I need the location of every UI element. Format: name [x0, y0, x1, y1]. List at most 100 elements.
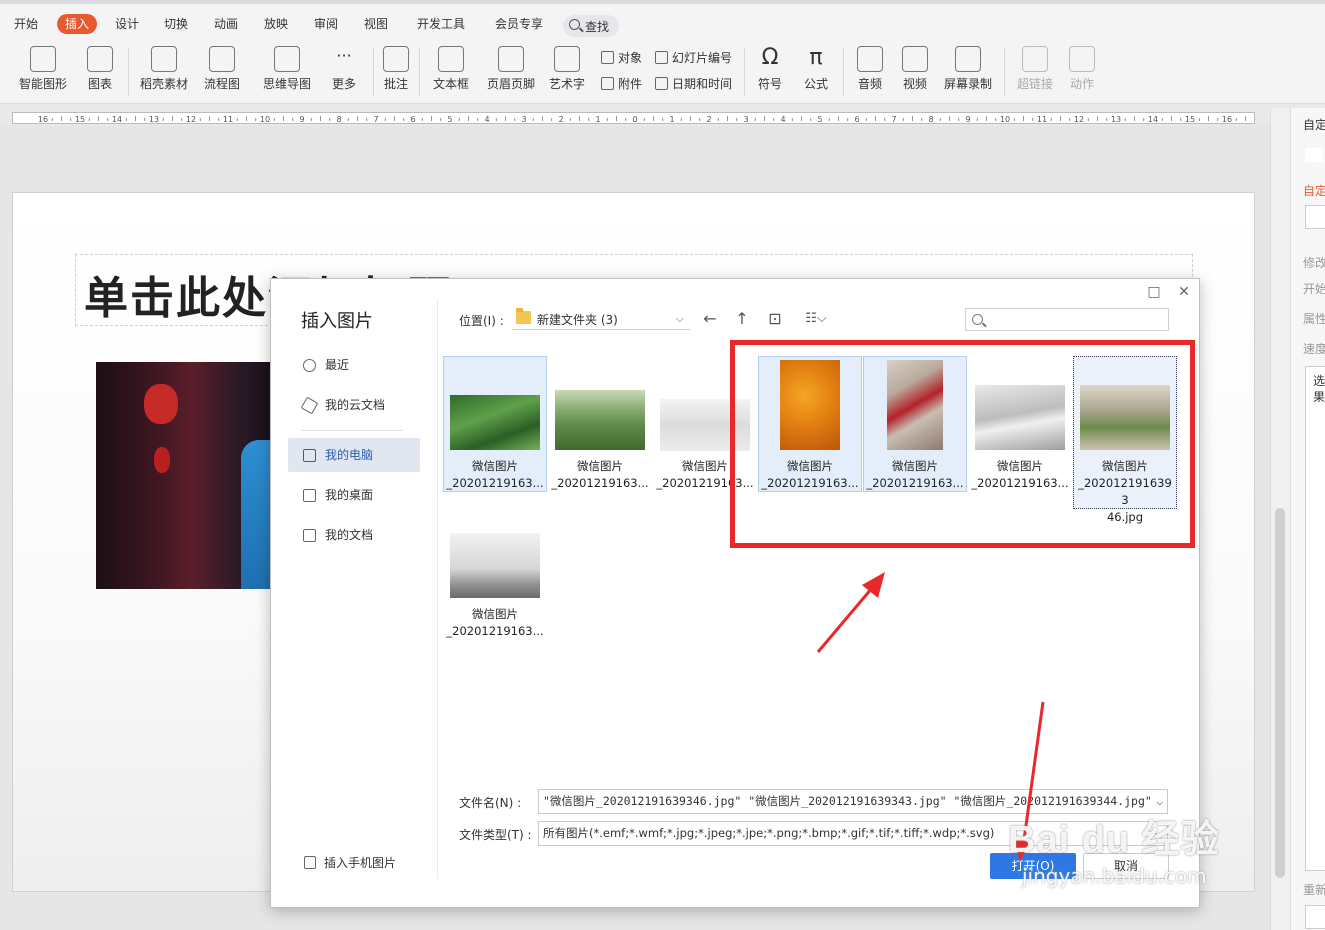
flowchart-icon [209, 46, 235, 72]
add-effect-button[interactable] [1305, 205, 1325, 229]
separator [373, 48, 374, 96]
tab-slideshow[interactable]: 放映 [264, 14, 288, 34]
new-folder-icon[interactable]: ⊡ [765, 309, 785, 329]
ruler-number: 14 [112, 115, 122, 124]
file-thumbnail[interactable]: 微信图片 _20201219163... [548, 356, 652, 492]
mindmap-button[interactable]: 思维导图 [256, 42, 318, 102]
sidebar-item-cloud[interactable]: 我的云文档 [288, 388, 420, 422]
ruler-number: 11 [223, 115, 233, 124]
tab-view[interactable]: 视图 [364, 14, 388, 34]
wordart-icon [554, 46, 580, 72]
close-icon[interactable]: ✕ [1175, 283, 1193, 301]
video-label: 视频 [902, 77, 927, 91]
sidebar-item-desktop[interactable]: 我的桌面 [288, 478, 420, 512]
more-label: 更多 [331, 77, 356, 91]
ruler-number: 8 [928, 115, 933, 124]
ruler-number: 2 [706, 115, 711, 124]
thumbnail-image [450, 395, 540, 450]
sidebar-item-label: 我的电脑 [325, 448, 374, 462]
symbol-button[interactable]: Ω 符号 [750, 42, 790, 102]
screen-record-label: 屏幕录制 [943, 77, 992, 91]
video-icon [902, 46, 928, 72]
sidebar-item-label: 我的云文档 [325, 398, 386, 412]
formula-label: 公式 [803, 77, 828, 91]
reorder-button[interactable] [1305, 905, 1325, 929]
comment-button[interactable]: 批注 [380, 42, 412, 102]
date-time-button[interactable]: 日期和时间 [655, 75, 732, 95]
smart-art-button[interactable]: 智能图形 [12, 42, 74, 102]
chart-button[interactable]: 图表 [80, 42, 120, 102]
formula-button[interactable]: π 公式 [796, 42, 836, 102]
video-button[interactable]: 视频 [895, 42, 935, 102]
vertical-scrollbar[interactable] [1270, 108, 1290, 930]
tab-design[interactable]: 设计 [115, 14, 139, 34]
file-name: 微信图片 _20201219163... [551, 459, 649, 490]
list-hint-2: 果 [1313, 390, 1325, 404]
horizontal-ruler[interactable]: 16 15 14 13 12 11 10 9 8 7 6 5 4 3 2 1 0 1 2 3 4 5 6 7 8 9 10 11 12 1… [12, 112, 1255, 124]
action-button[interactable]: 动作 [1064, 42, 1100, 102]
file-thumbnail[interactable]: 微信图片 _20201219163... [443, 356, 547, 492]
object-button[interactable]: 对象 [601, 49, 642, 69]
ruler-number: 5 [447, 115, 452, 124]
tab-home[interactable]: 开始 [14, 14, 38, 34]
cancel-button[interactable]: 取消 [1083, 853, 1169, 879]
ruler-number: 2 [558, 115, 563, 124]
slide-number-icon [655, 51, 668, 64]
flowchart-button[interactable]: 流程图 [198, 42, 246, 102]
flowchart-label: 流程图 [203, 77, 240, 91]
filename-input[interactable]: "微信图片_202012191639346.jpg" "微信图片_2020121… [538, 789, 1168, 814]
file-thumbnail[interactable]: 微信图片 _20201219163... [443, 504, 547, 640]
docer-material-button[interactable]: 稻壳素材 [136, 42, 192, 102]
open-button[interactable]: 打开(O) [990, 853, 1076, 879]
chevron-down-icon: ⌵ [1154, 827, 1163, 840]
search-tab[interactable]: 查找 [563, 15, 619, 37]
ruler-number: 1 [595, 115, 600, 124]
sidebar-item-recent[interactable]: 最近 [288, 348, 420, 382]
tab-animation[interactable]: 动画 [214, 14, 238, 34]
scroll-thumb[interactable] [1275, 508, 1285, 878]
slide-number-button[interactable]: 幻灯片编号 [655, 49, 732, 69]
chevron-down-icon[interactable]: ⌵ [1156, 790, 1163, 813]
chart-label: 图表 [87, 77, 112, 91]
lantern-shape [144, 384, 178, 424]
up-arrow-icon[interactable]: ↑ [732, 309, 752, 329]
textbox-button[interactable]: 文本框 [426, 42, 476, 102]
ruler-number: 10 [1000, 115, 1010, 124]
tab-member[interactable]: 会员专享 [495, 14, 543, 34]
dialog-search-input[interactable] [965, 308, 1169, 331]
cloud-doc-icon [300, 396, 319, 415]
slide-photo[interactable] [96, 362, 271, 589]
wordart-button[interactable]: 艺术字 [542, 42, 592, 102]
sidebar-item-documents[interactable]: 我的文档 [288, 518, 420, 552]
view-mode-icon[interactable]: ☷⌵ [801, 309, 831, 329]
audio-button[interactable]: 音频 [850, 42, 890, 102]
animation-list[interactable] [1305, 366, 1325, 871]
custom-animation-link[interactable]: 自定 [1303, 182, 1325, 199]
tab-review[interactable]: 审阅 [314, 14, 338, 34]
more-button[interactable]: ··· 更多 [324, 42, 364, 102]
screen-record-button[interactable]: 屏幕录制 [940, 42, 996, 102]
tab-transition[interactable]: 切换 [164, 14, 188, 34]
sidebar-item-computer[interactable]: 我的电脑 [288, 438, 420, 472]
filetype-dropdown[interactable]: 所有图片(*.emf;*.wmf;*.jpg;*.jpeg;*.jpe;*.pn… [538, 821, 1168, 846]
location-dropdown[interactable]: 新建文件夹 (3) ⌵ [512, 308, 690, 330]
attachment-button[interactable]: 附件 [601, 75, 642, 95]
select-pane-icon[interactable] [1305, 148, 1323, 162]
paperclip-icon [601, 77, 614, 90]
tab-insert[interactable]: 插入 [57, 14, 98, 34]
back-arrow-icon[interactable]: ← [700, 309, 720, 329]
ruler-number: 3 [521, 115, 526, 124]
separator [1004, 48, 1005, 96]
hyperlink-button[interactable]: 超链接 [1010, 42, 1060, 102]
mindmap-label: 思维导图 [262, 77, 311, 91]
ruler-number: 8 [336, 115, 341, 124]
mindmap-icon [274, 46, 300, 72]
wordart-label: 艺术字 [548, 77, 585, 91]
figure-shape [241, 440, 271, 589]
property-label: 属性 [1303, 312, 1325, 326]
maximize-icon[interactable]: □ [1145, 283, 1163, 301]
insert-phone-picture-link[interactable]: 插入手机图片 [304, 854, 396, 871]
desktop-icon [303, 489, 316, 502]
tab-developer[interactable]: 开发工具 [417, 14, 465, 34]
header-footer-button[interactable]: 页眉页脚 [484, 42, 538, 102]
